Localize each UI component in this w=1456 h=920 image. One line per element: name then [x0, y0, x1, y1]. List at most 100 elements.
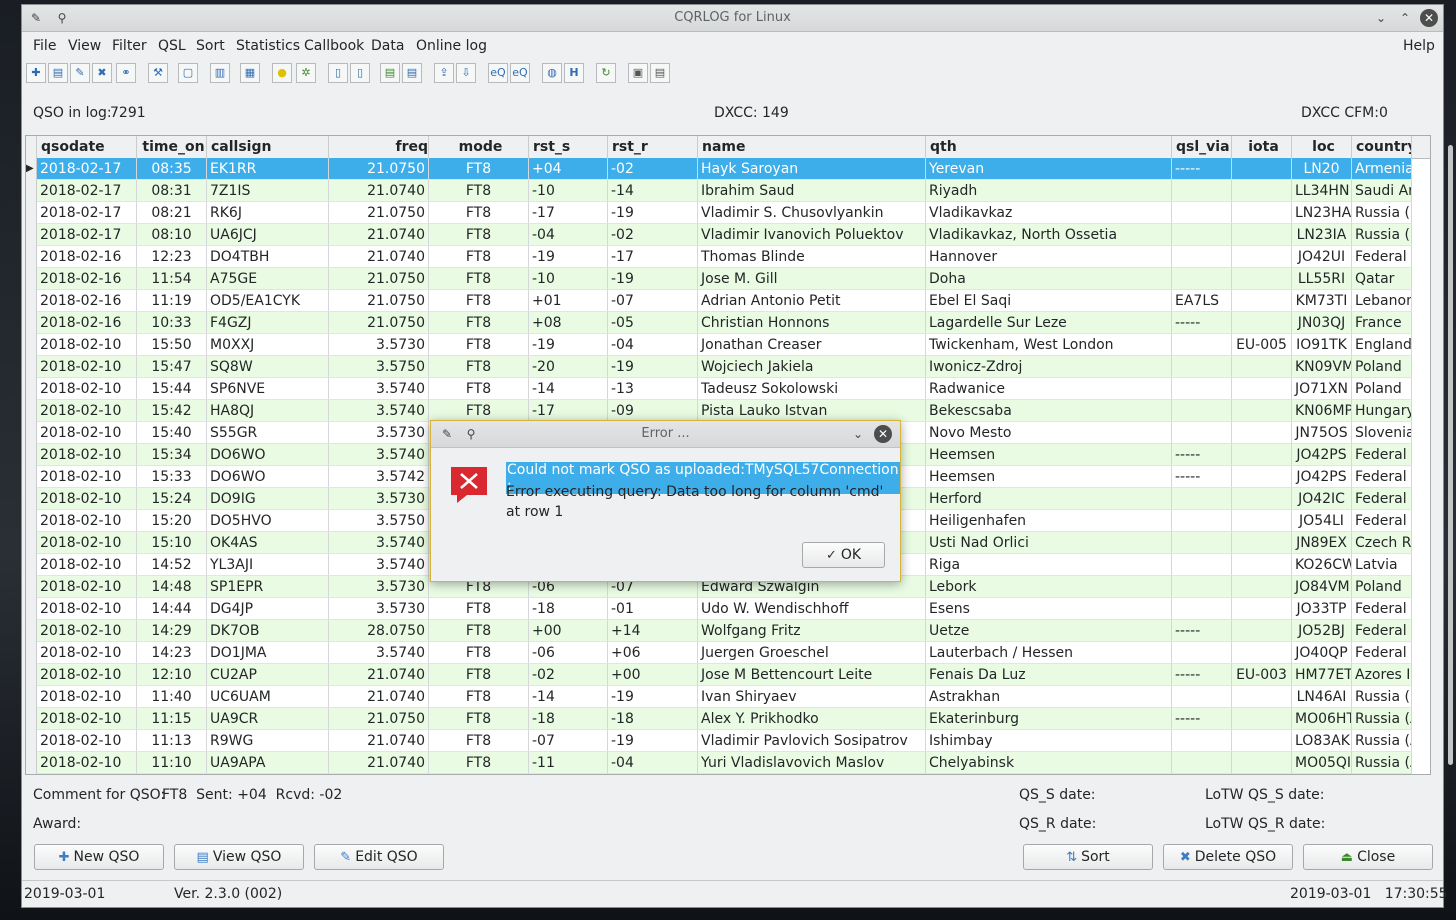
column-header-freq[interactable]: freq	[329, 136, 429, 158]
cell-loc[interactable]: JN03QJ	[1292, 312, 1352, 334]
radio-icon[interactable]: ▣	[628, 63, 648, 83]
dialog-minimize-icon[interactable]: ⌄	[849, 425, 867, 443]
cell-qth[interactable]: Fenais Da Luz	[926, 664, 1172, 686]
cell-loc[interactable]: IO91TK	[1292, 334, 1352, 356]
cell-name[interactable]: Wolfgang Fritz	[698, 620, 926, 642]
wrench-icon[interactable]: ⚒	[148, 63, 168, 83]
menu-filter[interactable]: Filter	[112, 38, 147, 54]
cell-rst-r[interactable]: -19	[608, 268, 698, 290]
cell-freq[interactable]: 21.0750	[329, 268, 429, 290]
menu-data[interactable]: Data	[371, 38, 404, 54]
cell-qth[interactable]: Ekaterinburg	[926, 708, 1172, 730]
cell-loc[interactable]: LN23HA	[1292, 202, 1352, 224]
cell-time-on[interactable]: 14:29	[137, 620, 207, 642]
vertical-scrollbar[interactable]	[1445, 135, 1456, 775]
table-row[interactable]: ▶ 2018-02-17 08:35 EK1RR 21.0750 FT8 +04 -02 Hay…	[26, 158, 1430, 180]
cell-callsign[interactable]: CU2AP	[207, 664, 329, 686]
cell-freq[interactable]: 21.0740	[329, 180, 429, 202]
cell-iota[interactable]	[1232, 466, 1292, 488]
cell-mode[interactable]: FT8	[429, 202, 529, 224]
cell-qth[interactable]: Uetze	[926, 620, 1172, 642]
cell-qth[interactable]: Ebel El Saqi	[926, 290, 1172, 312]
cell-country[interactable]: Federal Republic of Germany	[1352, 510, 1412, 532]
cell-time-on[interactable]: 11:15	[137, 708, 207, 730]
cell-qth[interactable]: Lagardelle Sur Leze	[926, 312, 1172, 334]
eqsl-icon[interactable]: eQ	[488, 63, 508, 83]
cell-time-on[interactable]: 14:23	[137, 642, 207, 664]
cell-qsl-via[interactable]: EA7LS	[1172, 290, 1232, 312]
cell-rst-s[interactable]: +04	[529, 158, 608, 180]
cell-time-on[interactable]: 14:52	[137, 554, 207, 576]
cell-country[interactable]: Russia (European)	[1352, 202, 1412, 224]
cell-qsodate[interactable]: 2018-02-10	[37, 378, 137, 400]
cell-callsign[interactable]: YL3AJI	[207, 554, 329, 576]
cell-qsodate[interactable]: 2018-02-10	[37, 752, 137, 774]
table-row[interactable]: 2018-02-16 11:19 OD5/EA1CYK 21.0750 FT8 +01 -0…	[26, 290, 1430, 312]
cell-country[interactable]: Poland	[1352, 378, 1412, 400]
menu-file[interactable]: File	[33, 38, 56, 54]
cell-iota[interactable]	[1232, 158, 1292, 180]
cell-time-on[interactable]: 15:33	[137, 466, 207, 488]
cell-qth[interactable]: Heemsen	[926, 466, 1172, 488]
cell-callsign[interactable]: DO6WO	[207, 444, 329, 466]
cell-country[interactable]: England	[1352, 334, 1412, 356]
cell-callsign[interactable]: S55GR	[207, 422, 329, 444]
cell-rst-r[interactable]: -02	[608, 158, 698, 180]
cell-qth[interactable]: Vladikavkaz	[926, 202, 1172, 224]
cell-name[interactable]: Adrian Antonio Petit	[698, 290, 926, 312]
cell-iota[interactable]	[1232, 510, 1292, 532]
cell-time-on[interactable]: 15:10	[137, 532, 207, 554]
cell-loc[interactable]: LL34HN	[1292, 180, 1352, 202]
cell-loc[interactable]: LO83AK	[1292, 730, 1352, 752]
cell-mode[interactable]: FT8	[429, 246, 529, 268]
cell-mode[interactable]: FT8	[429, 708, 529, 730]
cell-qsl-via[interactable]: -----	[1172, 620, 1232, 642]
cell-rst-s[interactable]: -17	[529, 202, 608, 224]
edit-qso-button[interactable]: ✎ Edit QSO	[314, 844, 444, 870]
cell-qth[interactable]: Yerevan	[926, 158, 1172, 180]
menu-help[interactable]: Help	[1403, 38, 1435, 54]
cell-freq[interactable]: 3.5730	[329, 576, 429, 598]
cell-loc[interactable]: JO33TP	[1292, 598, 1352, 620]
cell-freq[interactable]: 3.5750	[329, 356, 429, 378]
cell-qsl-via[interactable]	[1172, 686, 1232, 708]
cell-rst-r[interactable]: -01	[608, 598, 698, 620]
cell-qsodate[interactable]: 2018-02-17	[37, 202, 137, 224]
cell-qsl-via[interactable]	[1172, 246, 1232, 268]
cell-country[interactable]: Russia (European)	[1352, 224, 1412, 246]
cell-time-on[interactable]: 15:47	[137, 356, 207, 378]
cell-qth[interactable]: Heiligenhafen	[926, 510, 1172, 532]
cell-qsl-via[interactable]	[1172, 752, 1232, 774]
cell-qsodate[interactable]: 2018-02-10	[37, 356, 137, 378]
cell-time-on[interactable]: 12:23	[137, 246, 207, 268]
cell-country[interactable]: Russia (Asiatic)	[1352, 708, 1412, 730]
cell-qsl-via[interactable]: -----	[1172, 312, 1232, 334]
cell-rst-s[interactable]: -20	[529, 356, 608, 378]
cell-freq[interactable]: 3.5730	[329, 422, 429, 444]
cell-loc[interactable]: JN75OS	[1292, 422, 1352, 444]
cell-qsl-via[interactable]: -----	[1172, 708, 1232, 730]
cell-time-on[interactable]: 14:48	[137, 576, 207, 598]
cell-iota[interactable]	[1232, 378, 1292, 400]
view-qso-button[interactable]: ▤ View QSO	[174, 844, 304, 870]
cell-loc[interactable]: JO71XN	[1292, 378, 1352, 400]
cell-name[interactable]: Vladimir Ivanovich Poluektov	[698, 224, 926, 246]
cell-callsign[interactable]: A75GE	[207, 268, 329, 290]
page-icon[interactable]: ▯	[328, 63, 348, 83]
cell-qsodate[interactable]: 2018-02-10	[37, 576, 137, 598]
cell-qth[interactable]: Heemsen	[926, 444, 1172, 466]
binoculars-icon[interactable]: ⚭	[116, 63, 136, 83]
cell-loc[interactable]: LN20	[1292, 158, 1352, 180]
cell-name[interactable]: Yuri Vladislavovich Maslov	[698, 752, 926, 774]
cell-time-on[interactable]: 11:19	[137, 290, 207, 312]
cell-qsodate[interactable]: 2018-02-10	[37, 554, 137, 576]
cell-qsl-via[interactable]	[1172, 532, 1232, 554]
cell-qth[interactable]: Chelyabinsk	[926, 752, 1172, 774]
cell-qsl-via[interactable]	[1172, 642, 1232, 664]
cell-loc[interactable]: JO54LI	[1292, 510, 1352, 532]
cell-qth[interactable]: Riga	[926, 554, 1172, 576]
cell-country[interactable]: Azores Islands	[1352, 664, 1412, 686]
cell-loc[interactable]: JO40QP	[1292, 642, 1352, 664]
column-header-rst-r[interactable]: rst_r	[608, 136, 698, 158]
globe-icon[interactable]: ◍	[542, 63, 562, 83]
